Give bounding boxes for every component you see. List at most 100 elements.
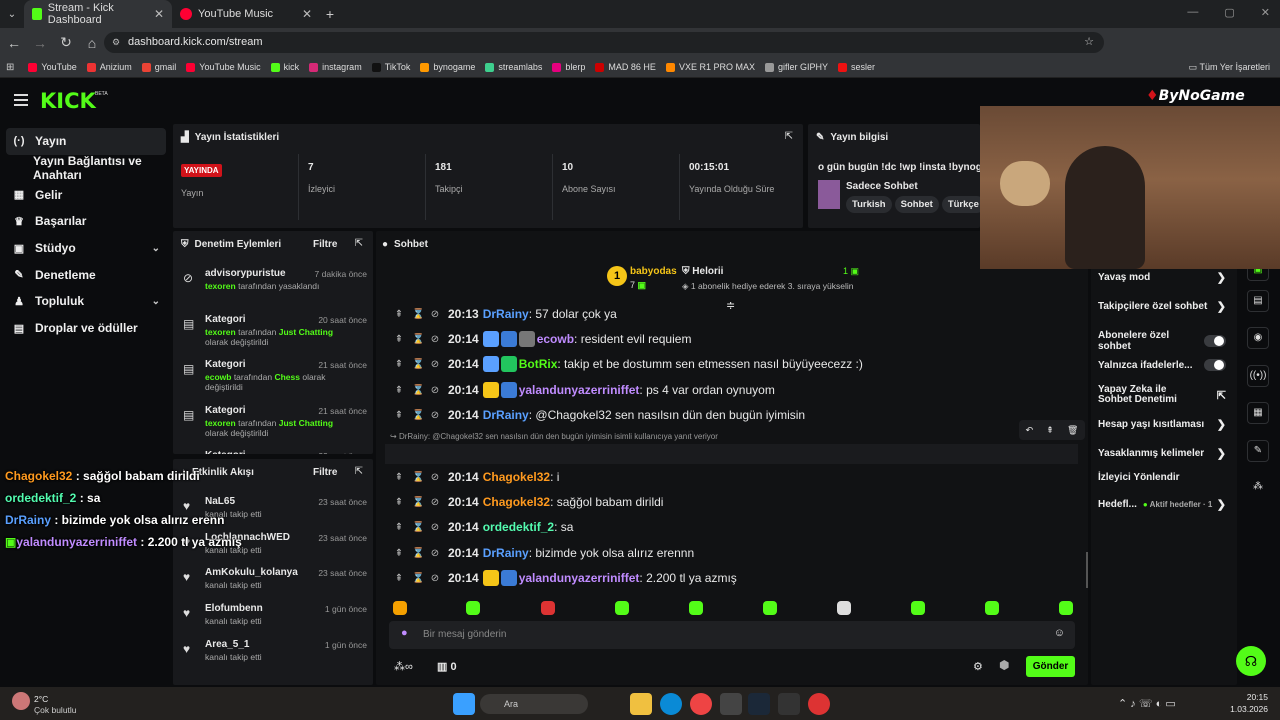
mod-user[interactable]: texoren [205, 418, 236, 428]
chat-setting-item[interactable]: Yapay Zeka ile Sohbet Denetimi ⇱ [1098, 385, 1226, 405]
bookmark-item[interactable]: instagram [309, 62, 362, 72]
pin-icon[interactable]: ⇞ [394, 573, 404, 584]
chat-message[interactable]: ⇞ ⌛ ⊘ 20:14 BotRix: takip et be dostumm sen … [394, 355, 863, 373]
mod-user[interactable]: ecowb [205, 372, 231, 382]
chat-icon[interactable]: ◉ [1247, 327, 1269, 349]
bookmark-item[interactable]: gmail [141, 62, 176, 72]
tab-kick-dashboard[interactable]: Stream - Kick Dashboard ✕ [24, 0, 172, 28]
activity-user[interactable]: Elofumbenn [205, 603, 263, 614]
tab-search-icon[interactable]: ⌄ [0, 9, 24, 20]
support-headset-icon[interactable]: ☊ [1236, 646, 1266, 676]
kick-logo[interactable]: KICK [40, 89, 96, 113]
chat-setting-item[interactable]: Yalnızca ifadelerle... [1098, 359, 1226, 371]
chat-setting-item[interactable]: Takipçilere özel sohbet ❯ [1098, 300, 1226, 313]
popout-icon[interactable]: ⇱ [355, 466, 363, 477]
filter-button[interactable]: Filtre [313, 239, 337, 250]
taskbar-search[interactable]: Ara [480, 694, 588, 714]
weather-temp[interactable]: 2°C [34, 694, 48, 704]
chat-setting-item[interactable]: Yavaş mod ❯ [1098, 271, 1226, 284]
emote-icon[interactable] [763, 601, 777, 615]
chat-message[interactable]: ⇞ ⌛ ⊘ 20:14 yalandunyazerriniffet: ps 4 var … [394, 381, 775, 399]
ban-icon[interactable]: ⊘ [430, 359, 440, 370]
settings-gear-icon[interactable]: ⚙ [973, 660, 983, 673]
edge-icon[interactable] [660, 693, 682, 715]
apps-icon[interactable]: ⁂ [1247, 477, 1269, 499]
chat-message[interactable]: ⇞ ⌛ ⊘ 20:14 ordedektif_2: sa [394, 518, 574, 536]
back-icon[interactable]: ← [2, 35, 26, 51]
bookmark-item[interactable]: YouTube [28, 62, 77, 72]
pin-icon[interactable]: ⇞ [394, 309, 404, 320]
bookmark-item[interactable]: bynogame [420, 62, 475, 72]
sidebar-item[interactable]: (·) Yayın [6, 128, 166, 155]
chat-input[interactable]: ● Bir mesaj gönderin ☺ [389, 621, 1075, 649]
popout-icon[interactable]: ⇱ [355, 238, 363, 249]
chat-message[interactable]: ⇞ ⌛ ⊘ 20:14 DrRainy: @Chagokel32 sen nasılsı… [394, 406, 805, 424]
sidebar-item[interactable]: ♛ Başarılar [6, 208, 166, 235]
clock-date[interactable]: 1.03.2026 [1214, 704, 1268, 714]
emote-icon[interactable] [985, 601, 999, 615]
new-tab-button[interactable]: + [320, 6, 340, 22]
pin-icon[interactable]: ⇞ [394, 497, 404, 508]
timeout-icon[interactable]: ⌛ [412, 410, 424, 421]
timeout-icon[interactable]: ⌛ [412, 309, 424, 320]
file-explorer-icon[interactable] [630, 693, 652, 715]
tag[interactable]: Türkçe [941, 196, 980, 213]
emote-icon[interactable] [615, 601, 629, 615]
system-tray-icons[interactable]: ⌃ ♪ ☏ ◐ ▭ [1118, 697, 1176, 710]
timeout-icon[interactable]: ⌛ [412, 573, 424, 584]
bookmark-item[interactable]: YouTube Music [186, 62, 261, 72]
clipboard-icon[interactable]: ▤ [1247, 290, 1269, 312]
emoji-icon[interactable]: ☺ [1054, 627, 1065, 639]
chat-message[interactable]: ⇞ ⌛ ⊘ 20:14 DrRainy: bizimde yok olsa alırız… [394, 544, 694, 562]
emote-icon[interactable] [541, 601, 555, 615]
emote-icon[interactable] [1059, 601, 1073, 615]
category-name[interactable]: Sadece Sohbet [846, 181, 918, 192]
close-tab-icon[interactable]: ✕ [302, 7, 312, 21]
message-username[interactable]: BotRix [519, 357, 558, 371]
stream-title[interactable]: o gün bugün !dc !wp !insta !bynogame [818, 162, 980, 173]
mod-tools-icon[interactable]: ⬢ [999, 658, 1009, 672]
message-username[interactable]: ordedektif_2 [483, 520, 554, 534]
sidebar-item[interactable]: ▦ Gelir [6, 181, 166, 208]
microphone-icon[interactable]: ● [401, 627, 408, 639]
app-icon[interactable] [808, 693, 830, 715]
mod-user[interactable]: texoren [205, 327, 236, 337]
url-input[interactable]: ⚙ dashboard.kick.com/stream ☆ [104, 32, 1104, 53]
popout-icon[interactable]: ⇱ [785, 131, 793, 142]
obs-icon[interactable] [720, 693, 742, 715]
pin-icon[interactable]: ⇞ [394, 548, 404, 559]
top-sub[interactable]: ⛨ Helorii [682, 266, 723, 277]
pin-icon[interactable]: ⇞ [394, 522, 404, 533]
emote-icon[interactable] [837, 601, 851, 615]
emote-icon[interactable] [466, 601, 480, 615]
message-username[interactable]: DrRainy [483, 546, 529, 560]
message-username[interactable]: ecowb [537, 332, 574, 346]
delete-icon[interactable]: 🗑 [1067, 425, 1078, 436]
close-tab-icon[interactable]: ✕ [154, 7, 164, 21]
tag[interactable]: Sohbet [894, 196, 939, 213]
emote-icon[interactable] [689, 601, 703, 615]
broadcast-icon[interactable]: ((•)) [1247, 365, 1269, 387]
message-username[interactable]: DrRainy [483, 408, 529, 422]
minimize-icon[interactable]: — [1187, 6, 1198, 19]
activity-user[interactable]: NaL65 [205, 496, 235, 507]
emote-icon[interactable] [911, 601, 925, 615]
sidebar-item[interactable]: ▤ Droplar ve ödüller [6, 315, 166, 342]
timeout-icon[interactable]: ⌛ [412, 522, 424, 533]
activity-user[interactable]: Area_5_1 [205, 639, 249, 650]
sidebar-item[interactable]: ✎ Denetleme [6, 261, 166, 288]
pin-icon[interactable]: ⇞ [1046, 425, 1054, 436]
bookmark-item[interactable]: VXE R1 PRO MAX [665, 62, 755, 72]
timeout-icon[interactable]: ⌛ [412, 385, 424, 396]
bookmark-item[interactable]: TikTok [371, 62, 410, 72]
sidebar-item[interactable]: ♟ Topluluk ⌄ [6, 288, 166, 315]
pin-icon[interactable]: ⇞ [394, 334, 404, 345]
steam-icon[interactable] [748, 693, 770, 715]
site-info-icon[interactable]: ⚙ [112, 32, 120, 53]
filter-button[interactable]: Filtre [313, 467, 337, 478]
timeout-icon[interactable]: ⌛ [412, 359, 424, 370]
wrench-icon[interactable]: ✎ [1247, 440, 1269, 462]
channel-points-icon[interactable]: ⁂∞ [394, 660, 413, 673]
bookmark-item[interactable]: sesler [837, 62, 875, 72]
chevron-down-icon[interactable]: ⌄ [152, 243, 160, 254]
